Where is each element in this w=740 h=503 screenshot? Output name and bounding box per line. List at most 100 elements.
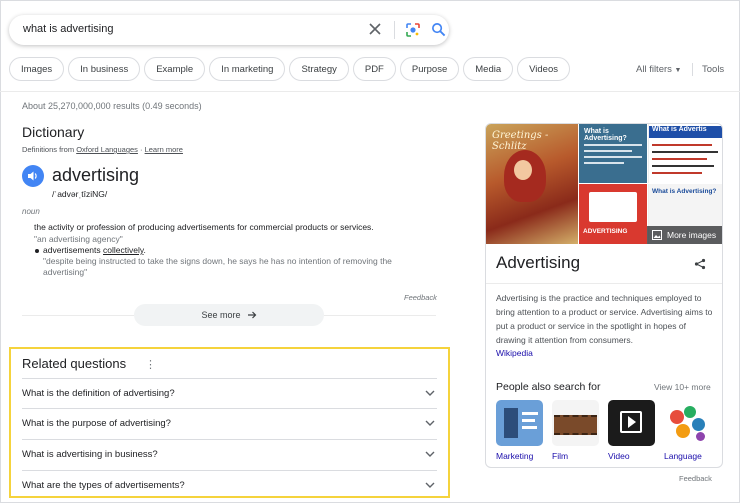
woman-face [514,160,532,180]
text-line [584,156,642,158]
tools-button[interactable]: Tools [702,64,724,75]
search-input[interactable]: what is advertising [23,23,114,35]
filter-chips: Images In business Example In marketing … [9,57,571,81]
film-thumbnail [552,400,599,446]
related-question-3[interactable]: What is advertising in business? [22,439,437,469]
see-more-divider-left [22,315,134,316]
image-advertising-monitor[interactable]: ADVERTISING [579,184,647,244]
language-thumbnail [664,400,711,446]
chip-purpose[interactable]: Purpose [399,57,460,81]
oxford-languages-link[interactable]: Oxford Languages [76,145,138,154]
definition: the activity or profession of producing … [34,222,374,232]
toolbar-divider [692,63,693,76]
knowledge-panel: Greetings - Schlitz What is Advertising?… [485,123,723,468]
share-icon[interactable] [694,258,706,270]
wikipedia-link[interactable]: Wikipedia [496,348,533,358]
related-questions-title: Related questions [22,356,127,371]
search-icon[interactable] [431,22,446,37]
more-images-label: More images [667,230,717,240]
knowledge-panel-title: Advertising [496,253,581,272]
chip-in-business[interactable]: In business [68,57,141,81]
google-lens-icon[interactable] [405,22,421,38]
sub-sense-text: advertisements [43,245,101,255]
image-caption: Greetings - Schlitz [492,130,549,152]
view-more-link[interactable]: View 10+ more [654,382,711,392]
arrow-right-icon [247,311,256,319]
dictionary-word: advertising [52,165,140,185]
definition-example: "an advertising agency" [34,234,123,244]
related-question-2[interactable]: What is the purpose of advertising? [22,408,437,438]
pronunciation-button[interactable] [22,165,44,187]
people-also-search-item-film[interactable]: Film [552,400,599,461]
header-divider [0,91,740,92]
source-prefix: Definitions from [22,145,75,154]
chip-example[interactable]: Example [144,57,206,81]
image-caption: What is Advertis [649,126,722,138]
question-text: What is the purpose of advertising? [22,418,171,429]
text-line [584,150,632,152]
image-what-is-advertising-1[interactable]: What is Advertising? [579,124,647,183]
question-text: What is advertising in business? [22,449,158,460]
image-caption: What is Advertising? [584,128,627,142]
more-images-button[interactable]: More images [647,226,722,244]
question-text: What is the definition of advertising? [22,388,175,399]
chip-videos[interactable]: Videos [517,57,571,81]
item-label: Language [664,451,702,461]
image-caption: What is Advertising? [652,188,717,195]
image-schlitz-ad[interactable]: Greetings - Schlitz [486,124,578,244]
clear-icon[interactable] [367,21,383,37]
image-what-is-advertising-2[interactable]: What is Advertis [648,124,722,183]
see-more-divider-right [324,315,436,316]
item-label: Marketing [496,451,534,461]
all-filters-label: All filters [636,64,672,75]
bullet-icon [35,249,39,253]
chip-images[interactable]: Images [9,57,65,81]
people-also-search-item-video[interactable]: Video [608,400,655,461]
knowledge-panel-divider [486,283,722,284]
see-more-label: See more [201,310,241,320]
text-line [584,144,642,146]
chevron-down-icon [425,420,435,426]
collectively-link[interactable]: collectively [103,245,143,255]
speaker-icon [28,171,37,181]
phonetic: /ˈadvərˌtīziNG/ [52,189,108,199]
people-also-search-item-language[interactable]: Language [664,400,711,461]
chip-pdf[interactable]: PDF [352,57,396,81]
chip-in-marketing[interactable]: In marketing [209,57,286,81]
dictionary-source: Definitions from Oxford Languages · Lear… [22,145,183,154]
image-caption: ADVERTISING [583,228,628,235]
search-divider [394,21,395,39]
sub-sense-example: "despite being instructed to take the si… [43,256,392,277]
knowledge-panel-description: Advertising is the practice and techniqu… [496,293,713,345]
text-line [652,165,714,167]
marketing-thumbnail [496,400,543,446]
knowledge-panel-feedback-link[interactable]: Feedback [679,474,712,483]
results-count: About 25,270,000,000 results (0.49 secon… [22,101,202,111]
related-question-1[interactable]: What is the definition of advertising? [22,378,437,408]
related-question-4[interactable]: What are the types of advertisements? [22,470,437,500]
search-bar[interactable]: what is advertising [9,15,449,45]
text-line [652,144,712,146]
image-icon [652,230,662,240]
item-label: Film [552,451,569,461]
see-more-button[interactable]: See more [134,304,324,326]
question-text: What are the types of advertisements? [22,480,185,491]
more-options-icon[interactable]: ⋮ [145,358,156,371]
text-line [584,162,624,164]
video-thumbnail [608,400,655,446]
chip-strategy[interactable]: Strategy [289,57,349,81]
monitor-shape [589,192,637,222]
chip-media[interactable]: Media [463,57,514,81]
part-of-speech: noun [22,207,40,216]
chevron-down-icon [425,482,435,488]
text-line [652,151,718,153]
people-also-search-item-marketing[interactable]: Marketing [496,400,543,461]
chevron-down-icon [425,390,435,396]
people-also-search-title: People also search for [496,381,601,393]
dictionary-feedback-link[interactable]: Feedback [404,293,437,302]
text-line [652,172,702,174]
chevron-down-icon [425,451,435,457]
item-label: Video [608,451,630,461]
learn-more-link[interactable]: Learn more [145,145,183,154]
all-filters-button[interactable]: All filters ▼ [636,64,681,75]
